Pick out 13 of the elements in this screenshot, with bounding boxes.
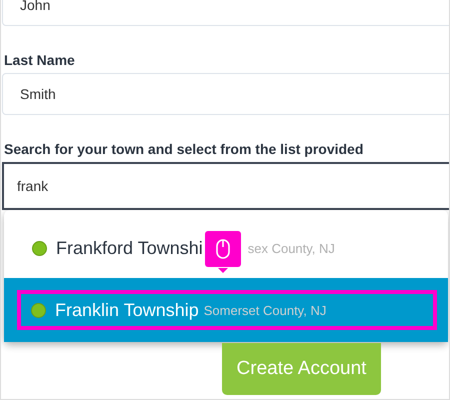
field-label: Search for your town and select from the list provided	[4, 141, 364, 157]
mouse-icon	[216, 239, 230, 259]
input-field[interactable]: John	[2, 0, 449, 26]
input-field[interactable]: Smith	[2, 73, 449, 115]
status-dot-icon	[31, 302, 46, 318]
town-name: Franklin Township	[55, 300, 199, 320]
search-field[interactable]: frank	[2, 162, 449, 210]
county-name: sex County, NJ	[248, 240, 335, 256]
suggestion-item[interactable]: Frankford Townshi sex County, NJ	[4, 220, 448, 276]
town-name: Frankford Townshi	[56, 238, 203, 258]
field-label: Last Name	[4, 52, 76, 68]
county-name: Somerset County, NJ	[204, 302, 326, 318]
status-dot-icon	[32, 240, 47, 256]
